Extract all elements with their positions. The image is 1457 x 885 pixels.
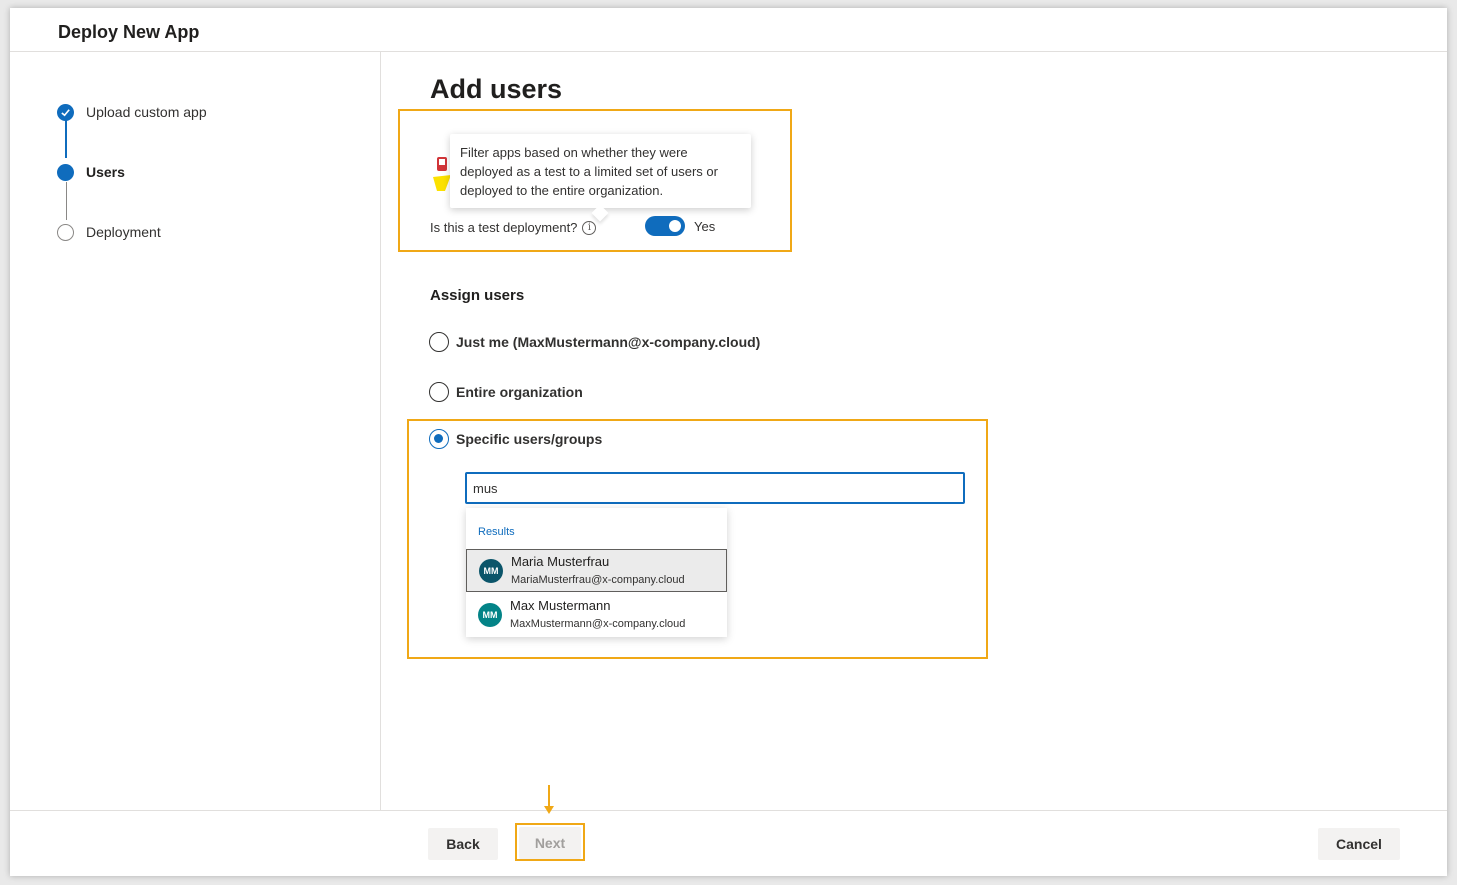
avatar: MM (479, 558, 503, 583)
radio-button[interactable] (429, 429, 449, 449)
step-deployment[interactable]: Deployment (57, 222, 161, 242)
dialog-footer (10, 810, 1447, 876)
info-icon[interactable]: i (582, 220, 597, 235)
radio-label: Entire organization (456, 384, 583, 400)
pending-step-icon (57, 223, 74, 241)
test-deployment-text: Is this a test deployment? (430, 220, 578, 235)
deploy-dialog: Deploy New App Upload custom app Users D… (10, 8, 1447, 876)
results-dropdown: Results MM Maria Musterfrau MariaMusterf… (466, 508, 727, 637)
result-name: Maria Musterfrau (511, 553, 610, 569)
dialog-title: Deploy New App (58, 22, 200, 42)
test-deployment-label: Is this a test deployment? i (430, 220, 597, 235)
step-label: Users (86, 164, 125, 180)
back-button[interactable]: Back (428, 828, 498, 860)
main-content: Add users Filter apps based on whether t… (381, 52, 1447, 810)
radio-label: Specific users/groups (456, 431, 603, 447)
checkmark-icon (57, 103, 74, 121)
toggle-state-label: Yes (694, 219, 716, 234)
cancel-button[interactable]: Cancel (1318, 828, 1400, 860)
result-item-maria-musterfrau[interactable]: MM Maria Musterfrau MariaMusterfrau@x-co… (466, 549, 727, 592)
avatar: MM (478, 602, 502, 627)
dialog-header: Deploy New App (10, 8, 1447, 52)
user-search-input[interactable] (465, 472, 965, 504)
radio-label: Just me (MaxMustermann@x-company.cloud) (456, 334, 761, 350)
radio-button[interactable] (429, 332, 449, 352)
radio-button[interactable] (429, 382, 449, 402)
results-header: Results (478, 526, 515, 538)
step-connector (66, 182, 67, 220)
step-upload-custom-app[interactable]: Upload custom app (57, 102, 207, 122)
result-email: MariaMusterfrau@x-company.cloud (511, 573, 685, 586)
page-title: Add users (430, 74, 563, 104)
result-item-max-mustermann[interactable]: MM Max Mustermann MaxMustermann@x-compan… (466, 593, 727, 636)
test-deployment-toggle[interactable] (645, 216, 685, 236)
step-label: Deployment (86, 224, 161, 240)
radio-specific-users[interactable]: Specific users/groups (429, 429, 602, 449)
step-connector (65, 120, 67, 158)
radio-just-me[interactable]: Just me (MaxMustermann@x-company.cloud) (429, 332, 760, 352)
step-users[interactable]: Users (57, 162, 125, 182)
toggle-knob (669, 220, 681, 232)
step-label: Upload custom app (86, 104, 207, 120)
result-name: Max Mustermann (510, 597, 611, 613)
radio-entire-organization[interactable]: Entire organization (429, 382, 583, 402)
highlight-next-button (515, 823, 585, 861)
info-tooltip: Filter apps based on whether they were d… (450, 134, 751, 208)
result-email: MaxMustermann@x-company.cloud (510, 617, 686, 630)
current-step-icon (57, 163, 74, 181)
assign-users-title: Assign users (430, 287, 525, 304)
pointer-arrow-head (544, 806, 554, 814)
stepper-sidebar: Upload custom app Users Deployment (10, 52, 381, 810)
